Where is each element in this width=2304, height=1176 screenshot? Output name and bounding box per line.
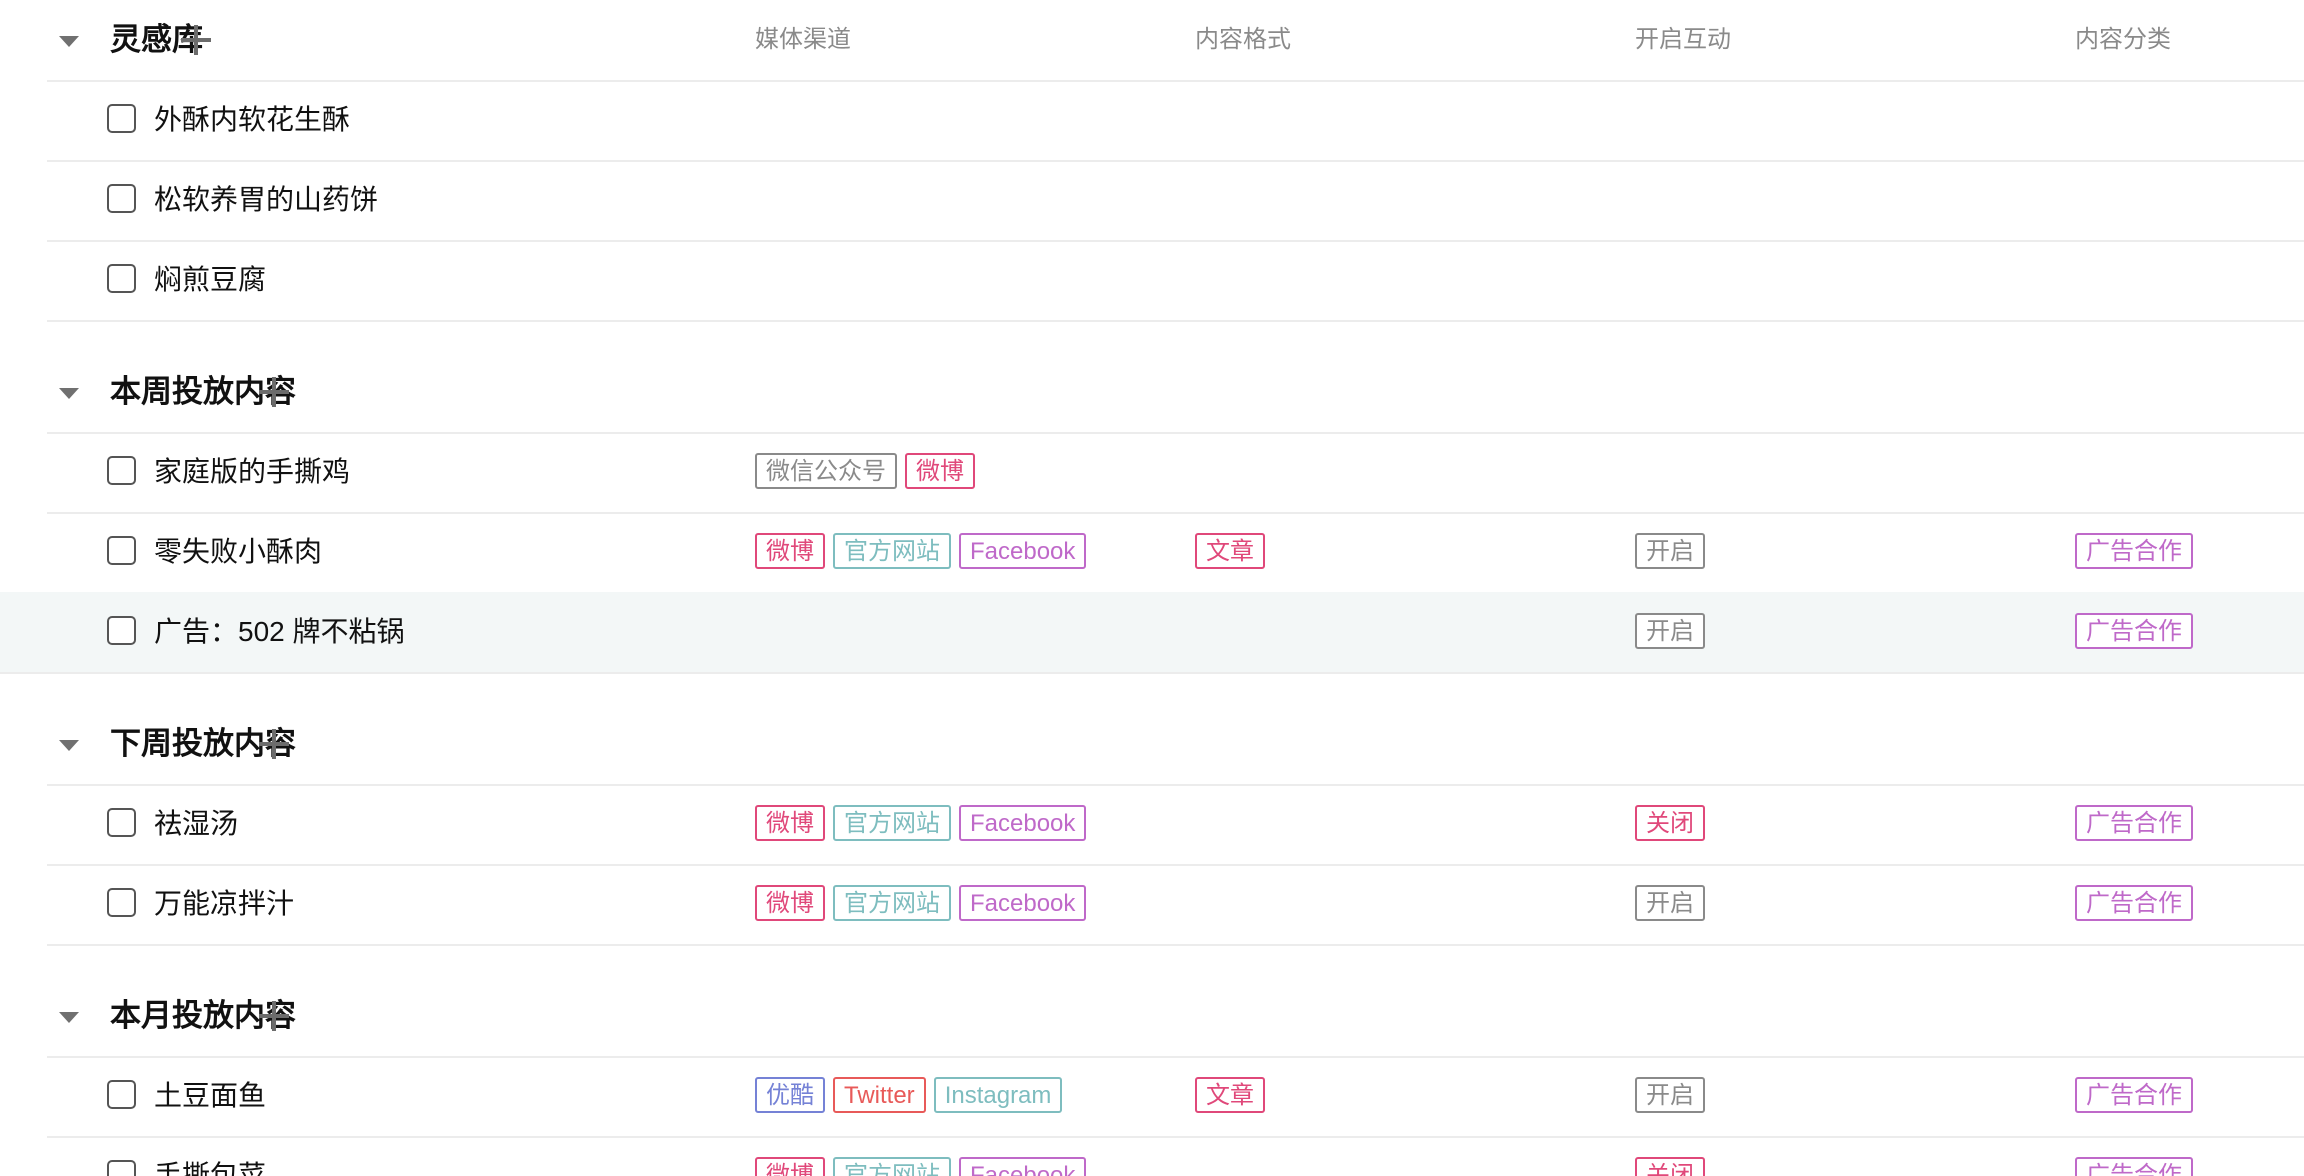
category-tag: 广告合作 xyxy=(2075,885,2193,921)
interaction-tag: 开启 xyxy=(1635,613,1705,649)
interaction-tag: 开启 xyxy=(1635,885,1705,921)
row-checkbox[interactable] xyxy=(107,888,136,917)
add-item-button[interactable] xyxy=(254,372,294,412)
format-tag: 文章 xyxy=(1195,1077,1265,1113)
interaction-tag: 开启 xyxy=(1635,533,1705,569)
media-tag: Facebook xyxy=(959,533,1087,569)
format-tag: 文章 xyxy=(1195,533,1265,569)
interaction-cell: 开启 xyxy=(1635,613,1705,649)
group-header: 灵感库 媒体渠道 内容格式 开启互动 内容分类 xyxy=(47,0,2304,82)
interaction-cell: 开启 xyxy=(1635,533,1705,569)
table-row[interactable]: 家庭版的手撕鸡 微信公众号 微博 xyxy=(47,432,2304,514)
media-cell: 优酷 Twitter Instagram xyxy=(755,1077,1063,1113)
table-row[interactable]: 祛湿汤 微博 官方网站 Facebook 关闭 广告合作 xyxy=(47,784,2304,866)
category-cell: 广告合作 xyxy=(2075,885,2193,921)
interaction-cell: 关闭 xyxy=(1635,1157,1705,1176)
group-header: 本月投放内容 xyxy=(47,976,2304,1058)
collapse-caret-icon[interactable] xyxy=(59,740,79,751)
column-header: 媒体渠道 xyxy=(755,26,851,53)
add-item-button[interactable] xyxy=(254,996,294,1036)
table-row[interactable]: 广告：502 牌不粘锅 开启 广告合作 xyxy=(0,592,2304,674)
column-header: 开启互动 xyxy=(1635,26,1731,53)
table-row[interactable]: 松软养胃的山药饼 xyxy=(47,160,2304,242)
row-title[interactable]: 焖煎豆腐 xyxy=(154,262,266,298)
category-tag: 广告合作 xyxy=(2075,613,2193,649)
media-tag: 微博 xyxy=(755,805,825,841)
media-tag: 微信公众号 xyxy=(755,453,897,489)
media-tag: 微博 xyxy=(755,1157,825,1176)
interaction-tag: 关闭 xyxy=(1635,1157,1705,1176)
category-cell: 广告合作 xyxy=(2075,805,2193,841)
media-tag: Facebook xyxy=(959,1157,1087,1176)
add-item-button[interactable] xyxy=(176,20,216,60)
column-header: 内容格式 xyxy=(1195,26,1291,53)
interaction-tag: 关闭 xyxy=(1635,805,1705,841)
media-cell: 微博 官方网站 Facebook xyxy=(755,1157,1087,1176)
media-tag: 官方网站 xyxy=(833,1157,951,1176)
table-row[interactable]: 万能凉拌汁 微博 官方网站 Facebook 开启 广告合作 xyxy=(47,864,2304,946)
media-cell: 微信公众号 微博 xyxy=(755,453,975,489)
row-title[interactable]: 祛湿汤 xyxy=(154,806,238,842)
media-tag: Twitter xyxy=(833,1077,926,1113)
add-item-button[interactable] xyxy=(254,724,294,764)
row-checkbox[interactable] xyxy=(107,536,136,565)
format-cell: 文章 xyxy=(1195,1077,1265,1113)
row-checkbox[interactable] xyxy=(107,1080,136,1109)
media-tag: Facebook xyxy=(959,885,1087,921)
category-cell: 广告合作 xyxy=(2075,1157,2193,1176)
media-cell: 微博 官方网站 Facebook xyxy=(755,885,1087,921)
table-row[interactable]: 外酥内软花生酥 xyxy=(47,80,2304,162)
category-tag: 广告合作 xyxy=(2075,1157,2193,1176)
media-tag: Facebook xyxy=(959,805,1087,841)
table-row[interactable]: 土豆面鱼 优酷 Twitter Instagram 文章 开启 广告合作 xyxy=(47,1056,2304,1138)
media-tag: 微博 xyxy=(755,533,825,569)
row-title[interactable]: 广告：502 牌不粘锅 xyxy=(154,614,405,650)
table-row[interactable]: 焖煎豆腐 xyxy=(47,240,2304,322)
collapse-caret-icon[interactable] xyxy=(59,388,79,399)
group-header: 本周投放内容 xyxy=(47,352,2304,434)
interaction-cell: 开启 xyxy=(1635,1077,1705,1113)
category-cell: 广告合作 xyxy=(2075,613,2193,649)
row-title[interactable]: 手撕包菜 xyxy=(154,1158,266,1176)
media-tag: Instagram xyxy=(933,1077,1063,1113)
row-checkbox[interactable] xyxy=(107,1160,136,1176)
media-tag: 官方网站 xyxy=(833,805,951,841)
row-checkbox[interactable] xyxy=(107,264,136,293)
row-checkbox[interactable] xyxy=(107,616,136,645)
row-checkbox[interactable] xyxy=(107,808,136,837)
row-title[interactable]: 松软养胃的山药饼 xyxy=(154,182,378,218)
table-row[interactable]: 零失败小酥肉 微博 官方网站 Facebook 文章 开启 广告合作 xyxy=(47,512,2304,594)
media-tag: 官方网站 xyxy=(833,885,951,921)
row-title[interactable]: 家庭版的手撕鸡 xyxy=(154,454,350,490)
category-tag: 广告合作 xyxy=(2075,533,2193,569)
row-title[interactable]: 土豆面鱼 xyxy=(154,1078,266,1114)
collapse-caret-icon[interactable] xyxy=(59,1012,79,1023)
media-tag: 微博 xyxy=(905,453,975,489)
category-tag: 广告合作 xyxy=(2075,1077,2193,1113)
category-cell: 广告合作 xyxy=(2075,533,2193,569)
row-checkbox[interactable] xyxy=(107,184,136,213)
board-view: 灵感库 媒体渠道 内容格式 开启互动 内容分类 外酥内软花生酥 松软养胃的山药饼 焖煎豆腐 本周… xyxy=(0,0,2304,1176)
media-cell: 微博 官方网站 Facebook xyxy=(755,533,1087,569)
media-tag: 官方网站 xyxy=(833,533,951,569)
row-title[interactable]: 零失败小酥肉 xyxy=(154,534,322,570)
interaction-tag: 开启 xyxy=(1635,1077,1705,1113)
collapse-caret-icon[interactable] xyxy=(59,36,79,47)
category-cell: 广告合作 xyxy=(2075,1077,2193,1113)
media-tag: 优酷 xyxy=(755,1077,825,1113)
media-tag: 微博 xyxy=(755,885,825,921)
format-cell: 文章 xyxy=(1195,533,1265,569)
category-tag: 广告合作 xyxy=(2075,805,2193,841)
column-header: 内容分类 xyxy=(2075,26,2171,53)
table-row[interactable]: 手撕包菜 微博 官方网站 Facebook 关闭 广告合作 xyxy=(47,1136,2304,1176)
interaction-cell: 关闭 xyxy=(1635,805,1705,841)
group-header: 下周投放内容 xyxy=(47,704,2304,786)
row-title[interactable]: 万能凉拌汁 xyxy=(154,886,294,922)
row-title[interactable]: 外酥内软花生酥 xyxy=(154,102,350,138)
row-checkbox[interactable] xyxy=(107,104,136,133)
row-checkbox[interactable] xyxy=(107,456,136,485)
interaction-cell: 开启 xyxy=(1635,885,1705,921)
media-cell: 微博 官方网站 Facebook xyxy=(755,805,1087,841)
